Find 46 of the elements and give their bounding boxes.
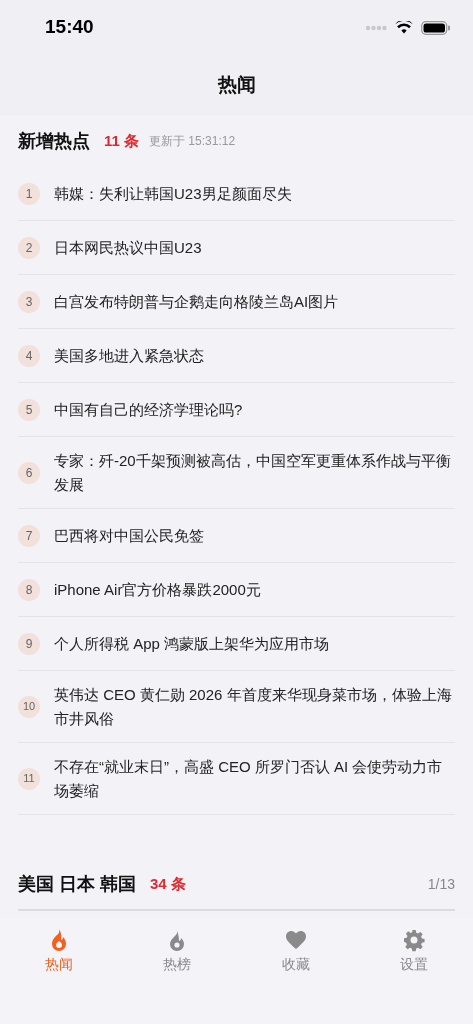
news-item[interactable]: 11 不存在“就业末日”，高盛 CEO 所罗门否认 AI 会使劳动力市场萎缩 — [18, 743, 455, 815]
news-item[interactable]: 8 iPhone Air官方价格暴跌2000元 — [18, 563, 455, 617]
news-title: 韩媒：失利让韩国U23男足颜面尽失 — [54, 183, 292, 204]
news-title: 不存在“就业末日”，高盛 CEO 所罗门否认 AI 会使劳动力市场萎缩 — [54, 756, 444, 801]
news-title: 中国有自己的经济学理论吗? — [54, 399, 243, 420]
rank-badge: 7 — [18, 524, 40, 547]
news-title: 专家：歼-20千架预测被高估，中国空军更重体系作战与平衡发展 — [54, 450, 452, 495]
news-title: 英伟达 CEO 黄仁勋 2026 年首度来华现身菜市场，体验上海市井风俗 — [54, 684, 453, 729]
section-title: 新增热点 — [18, 129, 90, 153]
news-title: 美国多地进入紧急状态 — [54, 345, 204, 366]
signal-icon — [365, 24, 387, 31]
rank-badge: 11 — [18, 767, 40, 790]
news-item[interactable]: 2 日本网民热议中国U23 — [18, 221, 455, 275]
wifi-icon — [395, 21, 413, 34]
update-time: 更新于 15:31:12 — [149, 133, 236, 150]
rank-badge: 5 — [18, 398, 40, 421]
news-item[interactable]: 3 白宫发布特朗普与企鹅走向格陵兰岛AI图片 — [18, 275, 455, 329]
settings-icon — [401, 928, 426, 952]
item-count: 34 条 — [150, 873, 186, 894]
rank-badge: 1 — [18, 182, 40, 205]
rank-badge: 3 — [18, 290, 40, 313]
news-item[interactable]: 9 个人所得税 App 鸿蒙版上架华为应用市场 — [18, 617, 455, 671]
news-item[interactable]: 5 中国有自己的经济学理论吗? — [18, 383, 455, 437]
rank-badge: 10 — [18, 695, 40, 718]
rank-badge: 6 — [18, 461, 40, 484]
rank-badge: 2 — [18, 236, 40, 259]
section-title: 美国 日本 韩国 — [18, 872, 136, 896]
news-title: 日本网民热议中国U23 — [54, 237, 202, 258]
rank-badge: 8 — [18, 578, 40, 601]
page-title: 热闻 — [216, 72, 257, 97]
news-item[interactable]: 4 美国多地进入紧急状态 — [18, 329, 455, 383]
news-title: iPhone Air官方价格暴跌2000元 — [54, 579, 261, 600]
news-item[interactable]: 10 英伟达 CEO 黄仁勋 2026 年首度来华现身菜市场，体验上海市井风俗 — [18, 671, 455, 743]
status-time: 15:40 — [45, 15, 94, 40]
rank-badge: 4 — [18, 344, 40, 367]
news-title: 个人所得税 App 鸿蒙版上架华为应用市场 — [54, 633, 330, 654]
news-item[interactable]: 6 专家：歼-20千架预测被高估，中国空军更重体系作战与平衡发展 — [18, 437, 455, 509]
news-item[interactable]: 7 巴西将对中国公民免签 — [18, 509, 455, 563]
item-count: 11 条 — [104, 130, 140, 151]
battery-icon — [421, 20, 451, 35]
rank-badge: 9 — [18, 632, 40, 655]
heart-icon — [283, 928, 308, 952]
news-title: 白宫发布特朗普与企鹅走向格陵兰岛AI图片 — [54, 291, 339, 312]
news-item[interactable]: 1 韩媒：失利让韩国U23男足颜面尽失 — [18, 167, 455, 221]
news-title: 巴西将对中国公民免签 — [54, 525, 204, 546]
page-indicator: 1/13 — [427, 874, 455, 894]
